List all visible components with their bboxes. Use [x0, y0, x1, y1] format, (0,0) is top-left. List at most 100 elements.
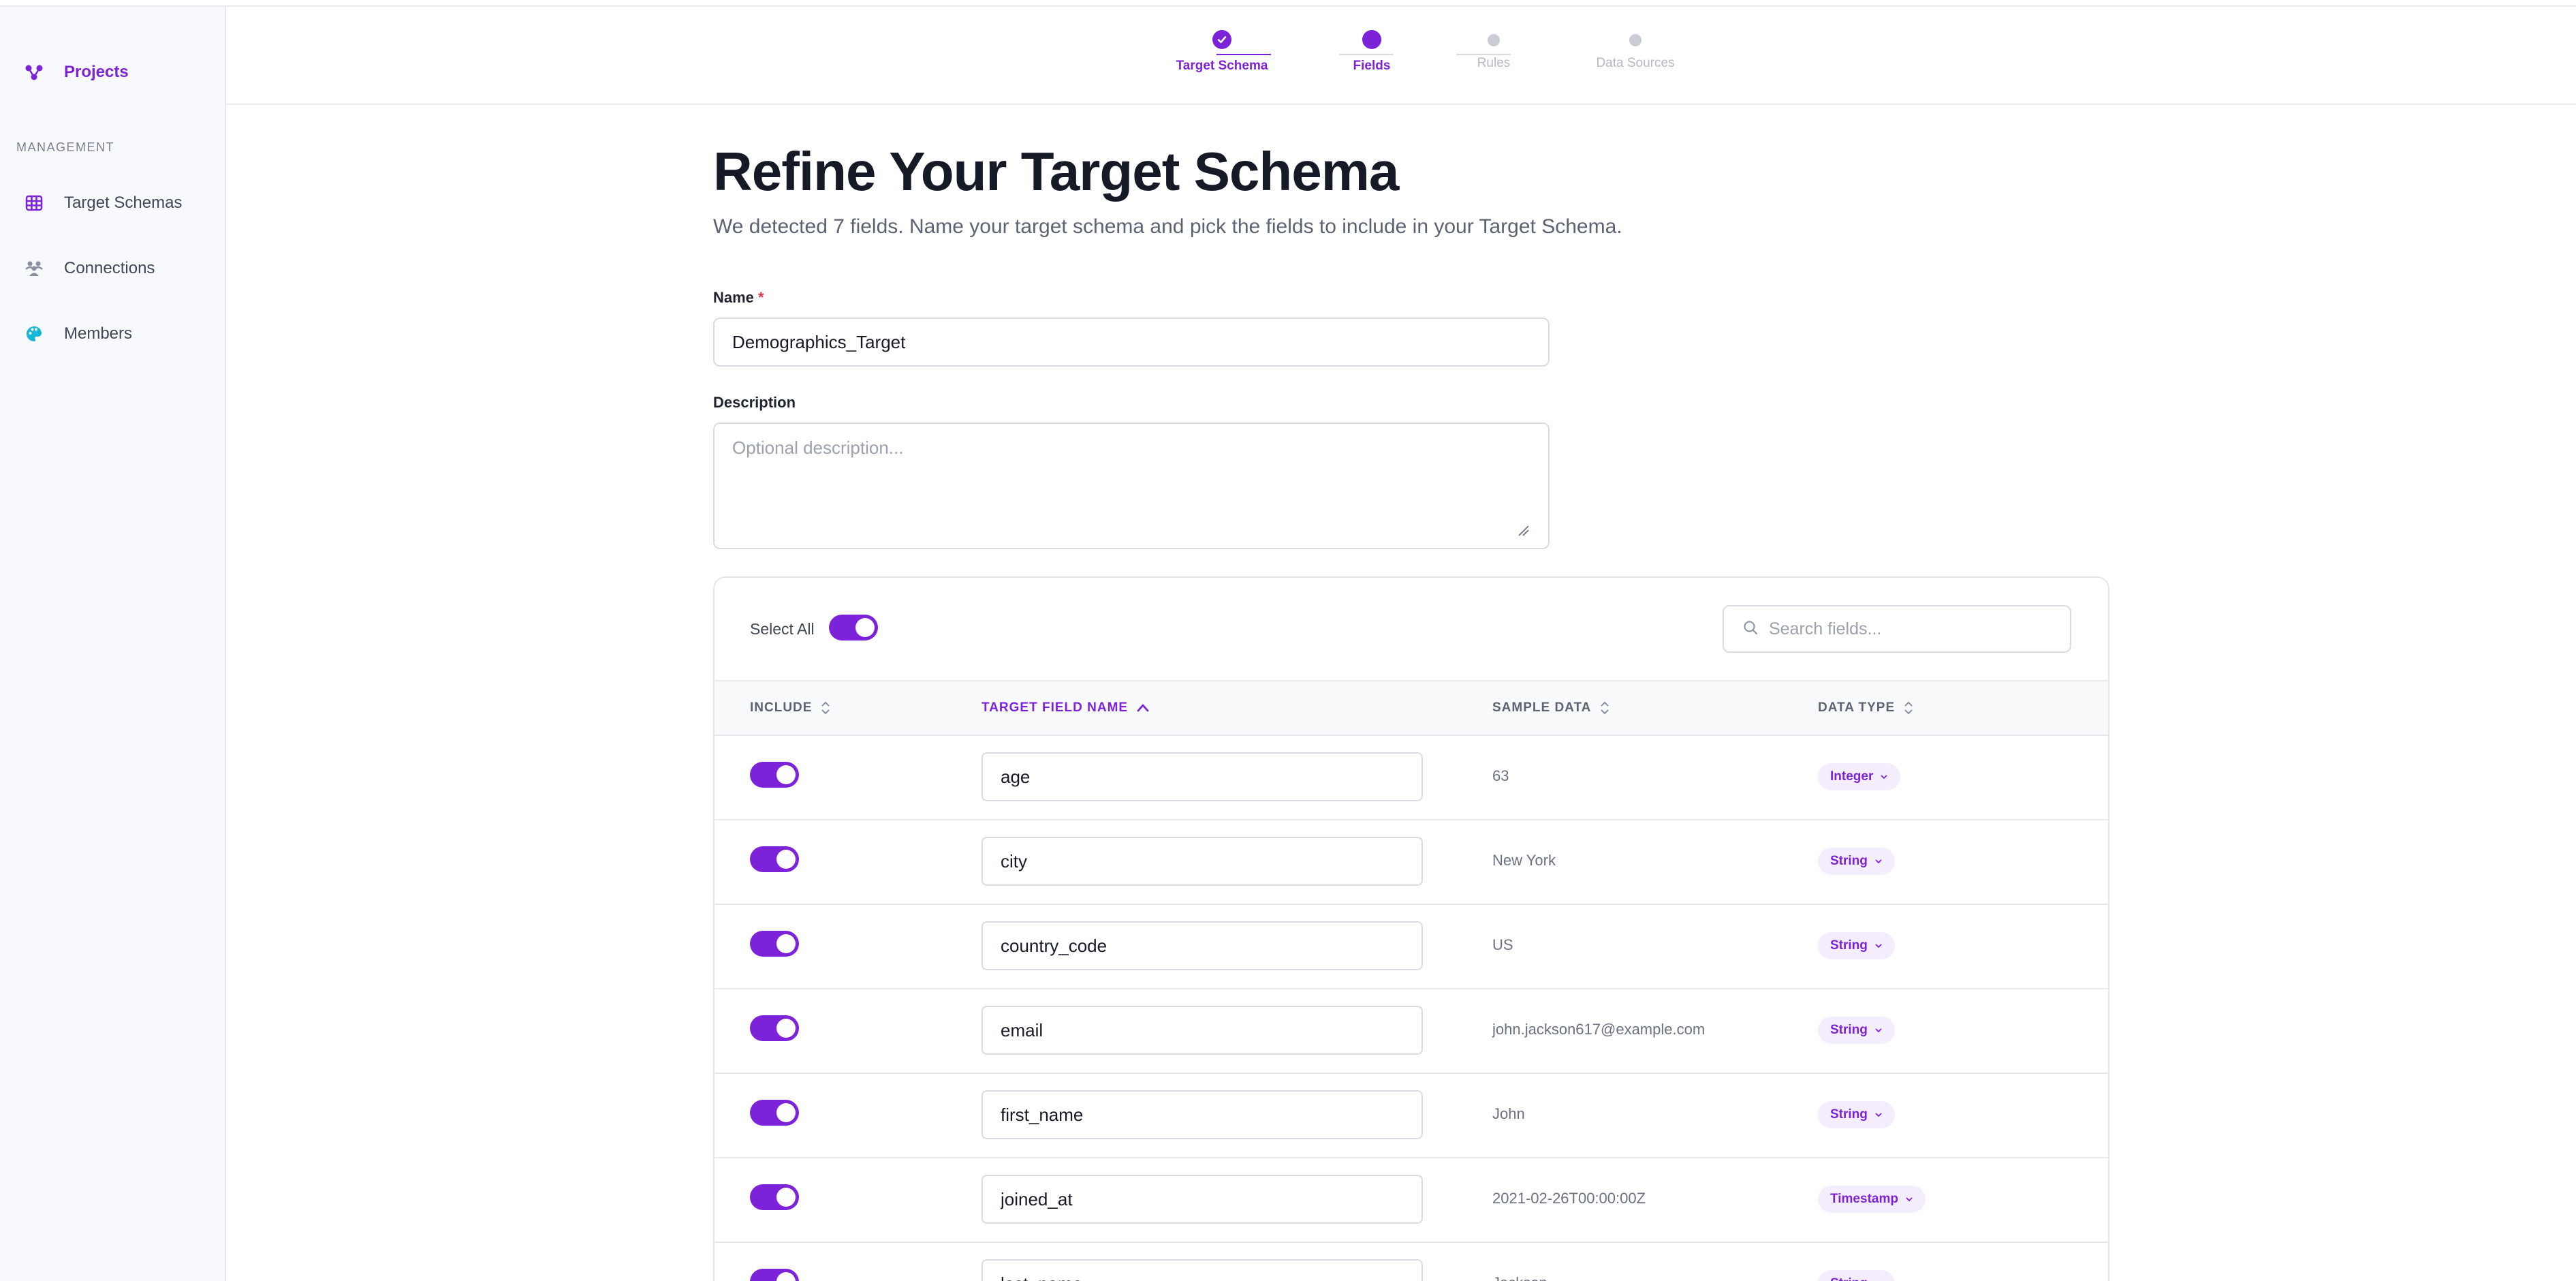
- data-type-select[interactable]: String: [1818, 1270, 1895, 1281]
- field-name-input[interactable]: [981, 921, 1423, 970]
- sidebar-item-label: Projects: [64, 63, 129, 81]
- table-header: INCLUDE TARGET FIELD NAME SAMPLE DATA DA…: [714, 680, 2108, 736]
- toggle-knob: [776, 1272, 796, 1281]
- column-header-include[interactable]: INCLUDE: [750, 700, 831, 715]
- field-name-input[interactable]: [981, 1175, 1423, 1224]
- stepper-header: Target Schema Fields Rules Data Sources: [226, 0, 2576, 105]
- sample-data: US: [1492, 936, 1513, 953]
- include-toggle[interactable]: [750, 931, 799, 957]
- people-icon: [25, 259, 44, 278]
- column-header-sample-data[interactable]: SAMPLE DATA: [1492, 700, 1610, 715]
- step-label: Target Schema: [1176, 59, 1268, 73]
- table-row: 2021-02-26T00:00:00Z Timestamp: [714, 1158, 2108, 1243]
- select-all-label: Select All: [750, 620, 815, 638]
- name-field[interactable]: [713, 318, 1550, 367]
- table-row: US String: [714, 905, 2108, 989]
- sidebar-top-divider: [0, 0, 226, 7]
- sample-data: john.jackson617@example.com: [1492, 1021, 1706, 1038]
- field-name-input[interactable]: [981, 1259, 1423, 1281]
- step-label: Rules: [1477, 56, 1511, 70]
- step-pending-dot: [1629, 34, 1642, 46]
- search-icon: [1743, 620, 1758, 638]
- field-name-input[interactable]: [981, 1090, 1423, 1139]
- toggle-knob: [855, 618, 875, 637]
- toggle-knob: [776, 1103, 796, 1122]
- step-label: Fields: [1353, 59, 1391, 73]
- step-data-sources[interactable]: Data Sources: [1567, 30, 1703, 71]
- check-icon: [1212, 30, 1231, 49]
- data-type-label: Timestamp: [1830, 1192, 1898, 1206]
- search-input[interactable]: Search fields...: [1769, 619, 1881, 639]
- data-type-select[interactable]: String: [1818, 848, 1895, 875]
- chevron-down-icon: [1905, 1197, 1913, 1202]
- sort-icon: [1903, 700, 1914, 715]
- sidebar-item-connections[interactable]: Connections: [0, 244, 226, 293]
- header-top-divider: [226, 0, 2576, 7]
- page-subtitle: We detected 7 fields. Name your target s…: [713, 215, 1622, 238]
- sidebar-item-members[interactable]: Members: [0, 309, 226, 358]
- sample-data: 2021-02-26T00:00:00Z: [1492, 1190, 1646, 1207]
- sidebar-item-label: Members: [64, 324, 133, 343]
- table-row: John String: [714, 1074, 2108, 1158]
- field-name-input[interactable]: [981, 752, 1423, 801]
- column-header-label: INCLUDE: [750, 700, 813, 715]
- fields-toolbar: Select All Search fields...: [714, 578, 2108, 680]
- chevron-down-icon: [1874, 1028, 1883, 1033]
- step-label: Data Sources: [1596, 56, 1675, 70]
- step-rules[interactable]: Rules: [1426, 30, 1562, 71]
- data-type-label: Integer: [1830, 769, 1874, 784]
- page-title: Refine Your Target Schema: [713, 141, 1399, 202]
- resize-grip-icon[interactable]: [1516, 523, 1530, 537]
- step-target-schema[interactable]: Target Schema: [1154, 30, 1290, 74]
- table-row: john.jackson617@example.com String: [714, 989, 2108, 1074]
- name-label: Name *: [713, 289, 764, 307]
- step-connector: [1456, 54, 1511, 55]
- data-type-label: String: [1830, 938, 1868, 953]
- palette-icon: [25, 324, 44, 343]
- toggle-knob: [776, 1188, 796, 1207]
- sample-data: 63: [1492, 767, 1509, 784]
- column-header-label: SAMPLE DATA: [1492, 700, 1592, 715]
- sidebar-item-target-schemas[interactable]: Target Schemas: [0, 179, 226, 228]
- toggle-knob: [776, 765, 796, 784]
- sidebar-section-title: MANAGEMENT: [16, 140, 115, 154]
- toggle-knob: [776, 934, 796, 953]
- column-header-target-field-name[interactable]: TARGET FIELD NAME: [981, 700, 1150, 715]
- sidebar: Projects MANAGEMENT Target Schemas Conne…: [0, 0, 226, 1281]
- include-toggle[interactable]: [750, 762, 799, 788]
- name-label-text: Name: [713, 289, 754, 306]
- data-type-select[interactable]: Integer: [1818, 763, 1901, 790]
- include-toggle[interactable]: [750, 1015, 799, 1041]
- field-name-input[interactable]: [981, 837, 1423, 886]
- step-fields[interactable]: Fields: [1304, 30, 1440, 74]
- description-field[interactable]: [713, 422, 1550, 549]
- include-toggle[interactable]: [750, 1269, 799, 1281]
- table-row: New York String: [714, 820, 2108, 905]
- column-header-data-type[interactable]: DATA TYPE: [1818, 700, 1914, 715]
- step-pending-dot: [1488, 34, 1500, 46]
- step-connector: [1216, 54, 1271, 55]
- projects-icon: [25, 63, 44, 82]
- data-type-label: String: [1830, 1276, 1868, 1281]
- include-toggle[interactable]: [750, 1100, 799, 1126]
- data-type-select[interactable]: String: [1818, 1017, 1895, 1044]
- include-toggle[interactable]: [750, 1184, 799, 1210]
- chevron-down-icon: [1874, 859, 1883, 864]
- sidebar-item-label: Connections: [64, 259, 155, 277]
- sidebar-item-projects[interactable]: Projects: [0, 48, 226, 97]
- step-current-dot: [1362, 30, 1381, 49]
- select-all-toggle[interactable]: [829, 615, 878, 640]
- table-row: 63 Integer: [714, 736, 2108, 820]
- field-name-input[interactable]: [981, 1006, 1423, 1055]
- sample-data: Jackson: [1492, 1274, 1548, 1281]
- data-type-select[interactable]: String: [1818, 932, 1895, 959]
- chevron-down-icon: [1874, 943, 1883, 948]
- required-mark: *: [758, 289, 764, 306]
- data-type-select[interactable]: String: [1818, 1101, 1895, 1128]
- description-label: Description: [713, 394, 796, 411]
- include-toggle[interactable]: [750, 846, 799, 872]
- data-type-select[interactable]: Timestamp: [1818, 1186, 1926, 1213]
- sort-ascending-icon: [1136, 703, 1150, 713]
- column-header-label: TARGET FIELD NAME: [981, 700, 1129, 715]
- search-box[interactable]: Search fields...: [1723, 605, 2071, 653]
